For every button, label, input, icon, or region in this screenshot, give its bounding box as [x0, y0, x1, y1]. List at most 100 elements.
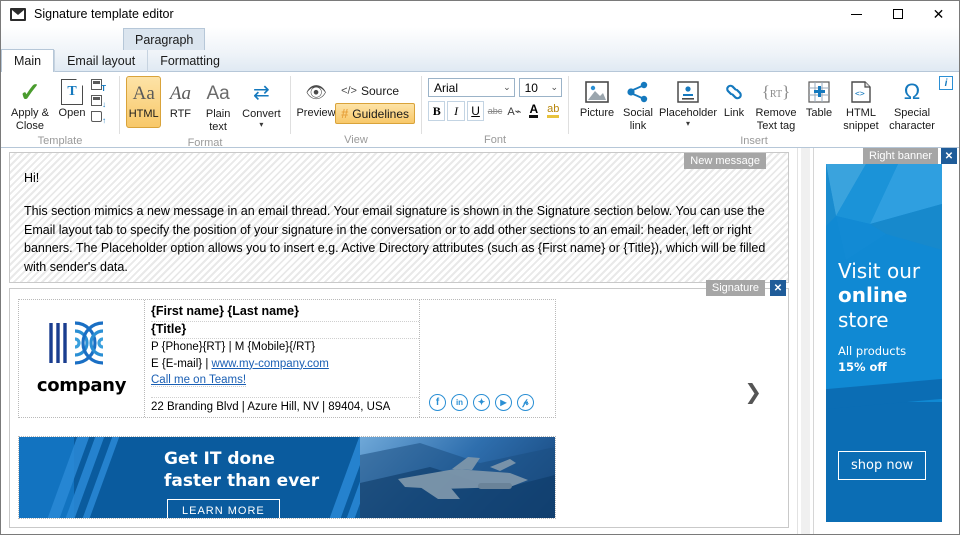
aa-icon: Aa — [132, 82, 155, 104]
highlight-color-button[interactable]: ab — [544, 101, 562, 121]
convert-button[interactable]: ⇄ Convert ▾ — [239, 76, 284, 131]
youtube-icon[interactable]: ▶ — [495, 394, 512, 412]
font-size-value: 10 — [524, 80, 538, 95]
guidelines-toggle[interactable]: # Guidelines — [335, 103, 415, 124]
minimize-button[interactable] — [836, 1, 877, 27]
ribbon-group-view: 👁 Preview </> Source # Guidelines View — [291, 72, 421, 147]
eye-icon: 👁 — [305, 82, 327, 102]
chain-link-icon — [726, 84, 742, 100]
tab-email-layout[interactable]: Email layout — [54, 50, 147, 72]
collapse-chevron-icon[interactable]: ❯ — [744, 380, 762, 405]
ribbon-group-template: ✓ Apply & Close T Open T ↓ ↑ Template — [1, 72, 119, 147]
html-snippet-icon: <> — [851, 81, 871, 103]
html-snippet-button[interactable]: <> HTML snippet — [837, 76, 885, 134]
scrollbar-thumb[interactable] — [801, 148, 810, 534]
tab-email-layout-label: Email layout — [67, 54, 136, 68]
open-button[interactable]: T Open — [53, 76, 91, 122]
ribbon-group-insert-label: Insert — [740, 135, 768, 148]
format-html-button[interactable]: Aa HTML — [126, 76, 162, 128]
remove-text-tag-label: Remove Text tag — [755, 107, 797, 132]
placeholder-label: Placeholder — [658, 107, 718, 119]
font-color-button[interactable]: A — [525, 101, 543, 121]
signature-close-button[interactable]: ✕ — [770, 280, 786, 296]
tab-main[interactable]: Main — [1, 49, 55, 73]
omega-icon: Ω — [903, 79, 921, 104]
social-link-button[interactable]: Social link — [617, 76, 659, 134]
tab-formatting[interactable]: Formatting — [147, 50, 232, 72]
font-family-select[interactable]: Arial ⌄ — [428, 78, 515, 97]
close-icon: ✕ — [944, 150, 954, 162]
remove-text-tag-button[interactable]: {RT} Remove Text tag — [751, 76, 801, 134]
teams-call-link[interactable]: Call me on Teams! — [151, 374, 247, 388]
clear-formatting-button[interactable]: A⌁ — [505, 101, 524, 121]
greeting-text: Hi! — [24, 171, 40, 185]
placeholder-button[interactable]: Placeholder ▾ — [659, 76, 717, 129]
ribbon: i ✓ Apply &Close T Open T ↓ ↑ Template — [1, 72, 959, 149]
apply-and-close-button[interactable]: ✓ Apply & Close — [7, 76, 53, 134]
format-rtf-button[interactable]: Aa RTF — [163, 76, 197, 124]
save-as-template-icon[interactable]: T — [91, 79, 106, 93]
signature-banner[interactable]: Get IT done faster than ever LEARN MORE — [18, 436, 556, 520]
editor-scrollbar[interactable] — [797, 148, 813, 534]
preview-label: Preview — [296, 107, 336, 119]
right-banner-tab[interactable]: Right banner — [863, 148, 938, 164]
special-character-button[interactable]: Ω Special character — [885, 76, 939, 134]
signature-details-cell[interactable]: {First name} {Last name} {Title} P {Phon… — [145, 300, 420, 418]
table-button[interactable]: Table — [801, 76, 837, 122]
right-banner-subtext: All products 15% off — [838, 344, 906, 375]
signature-section[interactable]: Signature ✕ company {First name} {Last n… — [9, 280, 789, 528]
strikethrough-button[interactable]: abc — [486, 101, 504, 121]
ribbon-group-insert: Picture Social link Placeholder ▾ Link {… — [569, 72, 959, 148]
save-icon[interactable]: ↓ — [91, 95, 106, 109]
font-family-value: Arial — [434, 80, 459, 95]
new-message-body[interactable]: Hi! This section mimics a new message in… — [10, 153, 788, 310]
signature-social-cell[interactable]: f in ✦ ▶ 𝓅 — [420, 300, 555, 417]
right-banner-sub-line1: All products — [838, 344, 907, 358]
italic-button[interactable]: I — [447, 101, 465, 121]
chevron-down-icon: ▾ — [685, 118, 690, 128]
bold-button[interactable]: B — [428, 101, 446, 121]
new-message-tab[interactable]: New message — [684, 153, 766, 169]
link-button[interactable]: Link — [717, 76, 751, 122]
underline-button[interactable]: U — [466, 101, 485, 121]
new-message-section[interactable]: New message Hi! This section mimics a ne… — [9, 152, 789, 307]
ribbon-group-font-label: Font — [483, 134, 506, 146]
company-logo-icon — [48, 321, 103, 365]
company-logo-cell[interactable]: company — [19, 300, 145, 418]
picture-button[interactable]: Picture — [577, 76, 617, 122]
right-banner-close-button[interactable]: ✕ — [941, 148, 957, 164]
right-banner-section[interactable]: Right banner ✕ Visit our online store Al… — [813, 148, 959, 534]
chevron-down-icon: ▾ — [259, 119, 264, 129]
signature-phone: P {Phone}{RT} | M {Mobile}{/RT} — [151, 341, 316, 354]
contextual-tab-label: Paragraph — [135, 32, 194, 47]
close-icon: ✕ — [932, 6, 945, 22]
source-toggle[interactable]: </> Source — [335, 81, 415, 101]
apply-and-close-label: Apply & Close — [11, 107, 49, 132]
twitter-icon[interactable]: ✦ — [473, 394, 490, 412]
ribbon-group-font: Arial ⌄ 10 ⌄ B I U abc A⌁ A ab Font — [422, 72, 568, 147]
eraser-icon: A⌁ — [507, 105, 522, 118]
format-html-label: HTML — [128, 108, 159, 120]
format-plain-text-button[interactable]: Aa Plain text — [199, 76, 236, 136]
linkedin-icon[interactable]: in — [451, 394, 468, 412]
tab-formatting-label: Formatting — [160, 54, 220, 68]
shop-now-button[interactable]: shop now — [838, 451, 927, 480]
company-logo-text: company — [36, 375, 127, 397]
editor-canvas[interactable]: New message Hi! This section mimics a ne… — [1, 148, 797, 534]
contextual-tab-paragraph[interactable]: Paragraph — [123, 28, 206, 50]
signature-template-editor-window: Signature template editor ✕ Paragraph Ma… — [0, 0, 960, 535]
pinterest-icon[interactable]: 𝓅 — [517, 394, 534, 412]
signature-address: 22 Branding Blvd | Azure Hill, NV | 8940… — [151, 397, 419, 413]
social-link-label: Social link — [623, 107, 653, 132]
maximize-button[interactable] — [877, 1, 918, 27]
signature-website-link[interactable]: www.my-company.com — [212, 358, 329, 370]
signature-tab[interactable]: Signature — [705, 280, 765, 296]
preview-button[interactable]: 👁 Preview — [296, 76, 336, 122]
convert-arrows-icon: ⇄ — [253, 82, 270, 104]
font-size-select[interactable]: 10 ⌄ — [518, 78, 562, 97]
close-button[interactable]: ✕ — [918, 1, 959, 27]
mail-icon — [10, 7, 26, 21]
facebook-icon[interactable]: f — [429, 394, 446, 412]
banner-learn-more-button[interactable]: LEARN MORE — [167, 499, 280, 519]
open-folder-icon[interactable]: ↑ — [91, 111, 106, 125]
